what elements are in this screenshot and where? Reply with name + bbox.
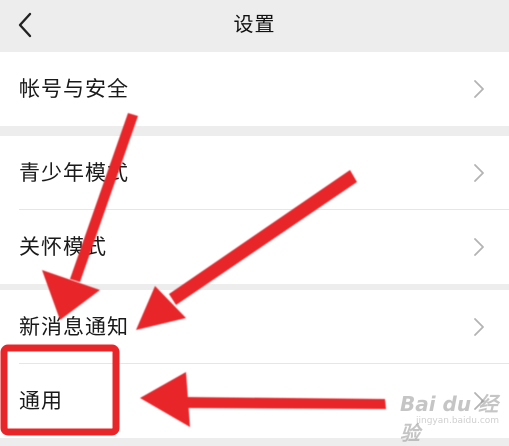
settings-page: 设置 帐号与安全 青少年模式 关怀模式 新消息通知 通用 Bai du 经验 j… [0,0,509,445]
settings-item-label: 新消息通知 [19,315,129,339]
settings-item-label: 关怀模式 [19,235,107,259]
chevron-right-icon [474,318,484,336]
chevron-right-icon [474,80,484,98]
chevron-right-icon [474,164,484,182]
chevron-right-icon [474,238,484,256]
settings-item-account-security[interactable]: 帐号与安全 [0,52,509,126]
settings-group-account: 帐号与安全 [0,52,509,126]
settings-item-label: 青少年模式 [19,161,129,185]
page-title: 设置 [233,12,276,36]
settings-group-modes: 青少年模式 关怀模式 [0,136,509,284]
settings-item-message-notifications[interactable]: 新消息通知 [0,290,509,364]
watermark: Bai du 经验 jingyan.baidu.com [386,382,506,445]
watermark-subtext: jingyan.baidu.com [416,416,500,426]
settings-item-label: 通用 [19,389,63,413]
settings-item-care-mode[interactable]: 关怀模式 [0,210,509,284]
nav-bar: 设置 [0,0,509,52]
settings-item-teen-mode[interactable]: 青少年模式 [0,136,509,210]
settings-item-label: 帐号与安全 [19,77,129,101]
